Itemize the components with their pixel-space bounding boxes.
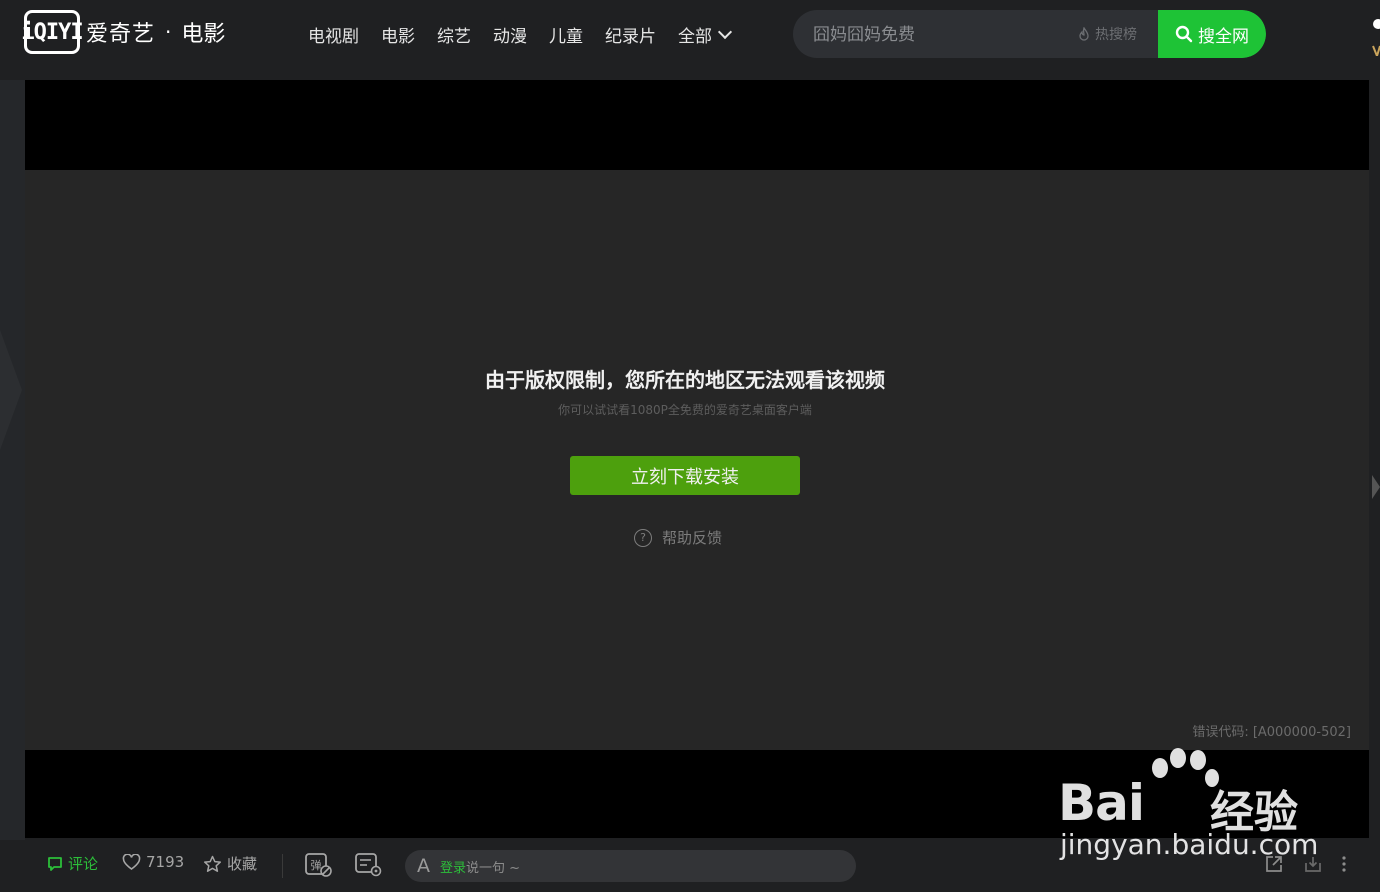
top-header: iQIYI 爱奇艺 · 电影 电视剧 电影 综艺 动漫 儿童 纪录片 全部 热搜… — [0, 0, 1380, 72]
danmu-settings-icon[interactable] — [354, 851, 384, 879]
comment-label: 评论 — [68, 855, 99, 873]
danmu-icon-text: 弹 — [311, 858, 322, 872]
video-player[interactable]: 由于版权限制，您所在的地区无法观看该视频 你可以试试看1080P全免费的爱奇艺桌… — [25, 80, 1369, 838]
nav-item-all[interactable]: 全部 — [678, 22, 733, 47]
site-logo[interactable]: iQIYI 爱奇艺 · 电影 — [21, 10, 226, 54]
nav-item-movie[interactable]: 电影 — [381, 22, 415, 47]
logo-text: 爱奇艺 — [86, 22, 156, 47]
help-feedback-label: 帮助反馈 — [662, 529, 723, 547]
favorite-button[interactable]: 收藏 — [203, 853, 257, 874]
like-button[interactable]: 7193 — [122, 853, 184, 871]
hot-search-link[interactable]: 热搜榜 — [1078, 24, 1137, 44]
search-all-button[interactable]: 搜全网 — [1158, 10, 1266, 58]
background-panel — [0, 80, 25, 840]
nav-item-variety[interactable]: 综艺 — [437, 22, 471, 47]
watermark-url: jingyan.baidu.com — [1060, 828, 1319, 861]
danmu-toggle-icon[interactable]: 弹 — [304, 851, 334, 879]
copyright-restriction-subtitle: 你可以试试看1080P全免费的爱奇艺桌面客户端 — [558, 403, 812, 417]
comment-button[interactable]: 评论 — [46, 853, 98, 874]
download-install-button[interactable]: 立刻下载安装 — [570, 456, 800, 495]
iqiyi-logo-mark: iQIYI — [21, 10, 84, 54]
like-count: 7193 — [146, 853, 185, 871]
baidu-jingyan-watermark: Bai 经验 jingyan.baidu.com — [1058, 748, 1318, 868]
player-letterbox-top — [25, 80, 1369, 170]
error-code: 错误代码: [A000000-502] — [1192, 725, 1351, 740]
nav-all-label: 全部 — [678, 27, 712, 47]
nav-item-documentary[interactable]: 纪录片 — [605, 22, 656, 47]
font-style-icon[interactable]: A — [417, 855, 430, 877]
logo-separator: · — [165, 20, 172, 44]
search-bar: 热搜榜 搜全网 — [793, 10, 1266, 58]
search-input[interactable] — [811, 10, 1065, 58]
search-all-label: 搜全网 — [1198, 26, 1249, 47]
side-panel-toggle-icon[interactable] — [1372, 475, 1380, 499]
danmu-prompt: 说一句 ~ — [466, 860, 521, 876]
nav-item-anime[interactable]: 动漫 — [493, 22, 527, 47]
nav-item-kids[interactable]: 儿童 — [549, 22, 583, 47]
star-icon — [203, 855, 222, 872]
hot-search-label: 热搜榜 — [1095, 27, 1137, 43]
more-options-icon[interactable] — [1339, 854, 1349, 874]
heart-icon — [122, 853, 141, 870]
help-feedback-link[interactable]: ? 帮助反馈 — [634, 527, 722, 548]
comment-icon — [48, 856, 62, 871]
flame-icon — [1079, 27, 1089, 41]
danmu-input[interactable]: A 登录 说一句 ~ — [405, 850, 856, 882]
search-icon — [1175, 25, 1193, 43]
channel-name: 电影 — [181, 22, 226, 47]
chevron-down-icon — [717, 24, 733, 40]
vip-icon[interactable] — [1370, 16, 1380, 56]
favorite-label: 收藏 — [227, 855, 258, 873]
watermark-brand: Bai — [1058, 774, 1145, 832]
help-icon: ? — [634, 528, 652, 547]
background-decoration — [0, 330, 22, 450]
toolbar-divider — [282, 854, 283, 878]
login-link[interactable]: 登录 — [440, 857, 466, 876]
copyright-restriction-title: 由于版权限制，您所在的地区无法观看该视频 — [485, 368, 885, 392]
main-nav: 电视剧 电影 综艺 动漫 儿童 纪录片 全部 — [308, 22, 752, 47]
nav-item-tv[interactable]: 电视剧 — [308, 22, 359, 47]
